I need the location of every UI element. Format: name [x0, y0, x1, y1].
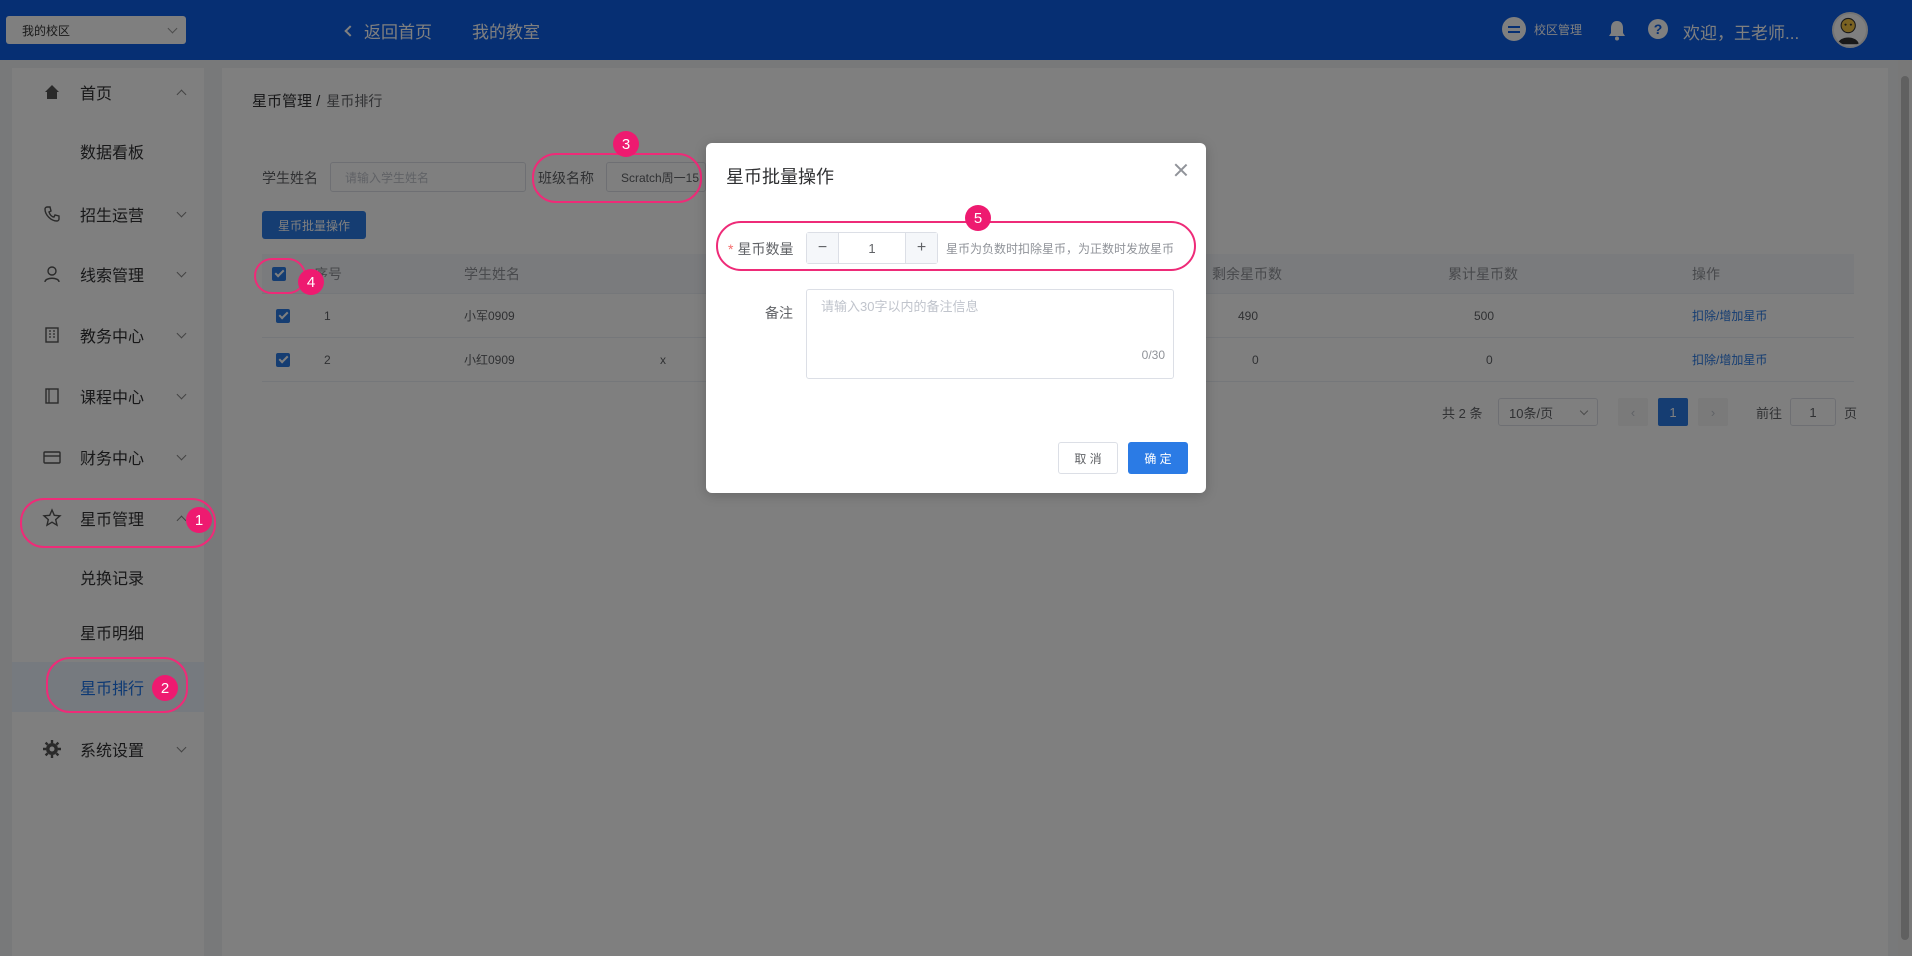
star-count-stepper: − 1 +	[806, 232, 938, 264]
step-badge: 5	[965, 205, 991, 231]
cancel-button[interactable]: 取 消	[1058, 442, 1118, 474]
highlight-class-filter	[532, 153, 702, 203]
star-count-hint: 星币为负数时扣除星币，为正数时发放星币	[946, 242, 1175, 256]
step-badge: 2	[152, 675, 178, 701]
remark-placeholder: 请输入30字以内的备注信息	[821, 299, 979, 314]
required-mark: *	[728, 241, 734, 257]
step-badge: 4	[298, 269, 324, 295]
star-count-label-text: 星币数量	[737, 241, 794, 257]
decrease-button[interactable]: −	[807, 233, 839, 263]
step-badge: 3	[613, 131, 639, 157]
close-icon[interactable]	[1174, 163, 1188, 177]
batch-star-dialog: 星币批量操作 * 星币数量 − 1 + 星币为负数时扣除星币，为正数时发放星币 备…	[706, 143, 1206, 493]
star-count-input[interactable]: 1	[839, 233, 905, 263]
increase-button[interactable]: +	[905, 233, 937, 263]
dialog-title: 星币批量操作	[726, 167, 834, 187]
step-badge: 1	[186, 507, 212, 533]
confirm-button[interactable]: 确 定	[1128, 442, 1188, 474]
star-count-label: * 星币数量	[728, 239, 793, 259]
remark-label: 备注	[765, 305, 793, 321]
remark-textarea[interactable]: 请输入30字以内的备注信息 0/30	[806, 289, 1174, 379]
remark-counter: 0/30	[1141, 348, 1165, 362]
